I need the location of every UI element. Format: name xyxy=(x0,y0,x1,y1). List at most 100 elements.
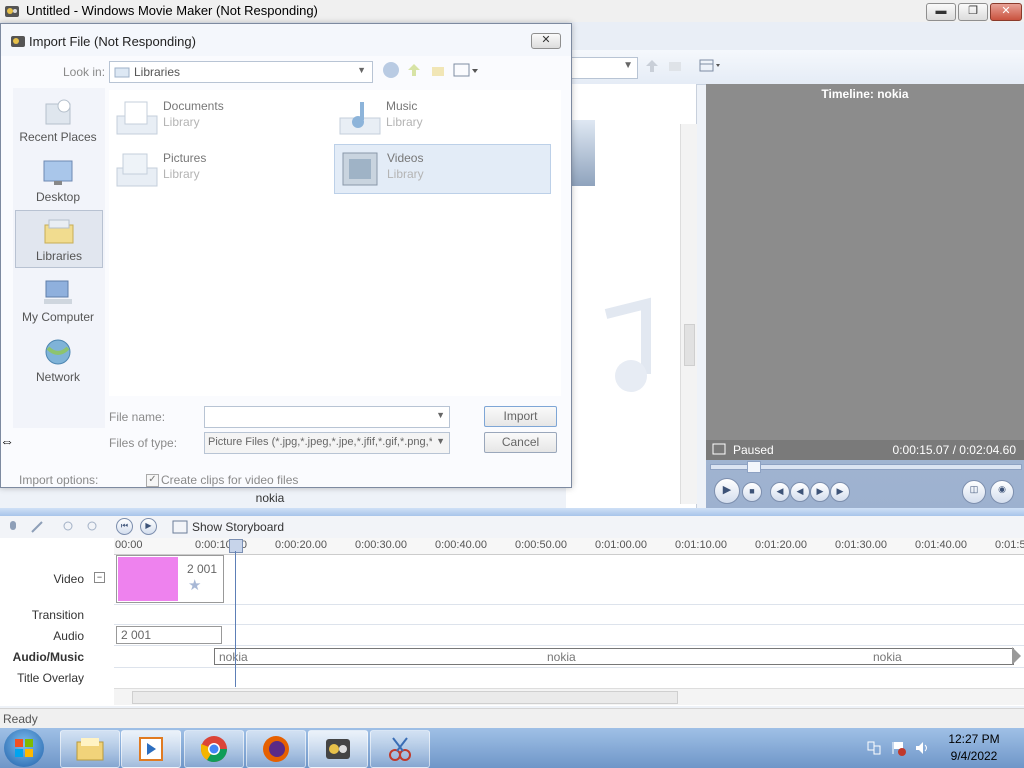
nav-label: My Computer xyxy=(21,310,95,324)
scrollbar-thumb[interactable] xyxy=(684,324,695,366)
cancel-button[interactable]: Cancel xyxy=(484,432,557,453)
files-of-type-select[interactable]: Picture Files (*.jpg,*.jpeg,*.jpe,*.jfif… xyxy=(204,432,450,454)
nav-label: Network xyxy=(35,370,80,384)
taskbar-movie-maker[interactable] xyxy=(308,730,368,768)
views-icon[interactable] xyxy=(699,58,723,74)
look-in-value: Libraries xyxy=(134,65,181,79)
clock-date[interactable]: 9/4/2022 xyxy=(936,749,1012,763)
status-bar: Ready xyxy=(0,708,1024,729)
look-in-combo[interactable]: Libraries ▼ xyxy=(109,61,373,83)
file-name-input[interactable]: ▼ xyxy=(204,406,450,428)
rewind-timeline-button[interactable]: ⏮ xyxy=(116,518,133,535)
timeline-scrollbar-thumb[interactable] xyxy=(132,691,678,704)
video-clip[interactable]: 2 001 ★ xyxy=(116,555,224,603)
library-type: Library xyxy=(163,167,200,181)
nav-desktop[interactable]: Desktop xyxy=(15,156,101,216)
forward-button[interactable]: ▶ xyxy=(810,482,830,502)
ruler-tick-label: 0:00:20.00 xyxy=(275,539,327,551)
library-pictures[interactable]: Pictures Library xyxy=(111,146,326,192)
clock-time[interactable]: 12:27 PM xyxy=(936,732,1012,746)
snipping-tool-icon xyxy=(389,737,411,761)
taskbar-explorer[interactable] xyxy=(60,730,120,768)
library-documents[interactable]: Documents Library xyxy=(111,94,326,140)
playback-time: 0:00:15.07 / 0:02:04.60 xyxy=(892,443,1016,457)
preview-status-bar: Paused 0:00:15.07 / 0:02:04.60 xyxy=(706,440,1024,460)
music-clip-label: nokia xyxy=(219,650,248,664)
taskbar-chrome[interactable] xyxy=(184,730,244,768)
play-timeline-button[interactable]: ▶ xyxy=(140,518,157,535)
split-clip-icon[interactable]: ◫ xyxy=(962,480,986,504)
back-button[interactable]: ◀ xyxy=(790,482,810,502)
storyboard-icon xyxy=(172,520,188,534)
next-frame-button[interactable]: ▶ xyxy=(830,482,850,502)
windows-logo-icon xyxy=(15,739,33,757)
timeline-scrollbar[interactable] xyxy=(114,688,1024,705)
transition-track xyxy=(114,604,1024,625)
up-folder-icon[interactable] xyxy=(406,62,422,78)
explorer-icon xyxy=(76,738,104,761)
playhead-handle[interactable] xyxy=(229,539,243,553)
action-center-flag-icon[interactable] xyxy=(890,740,906,756)
taskbar-media-player[interactable] xyxy=(121,730,181,768)
minimize-button[interactable]: ▬ xyxy=(926,3,956,21)
video-track xyxy=(114,554,1024,605)
music-clip-label: nokia xyxy=(547,650,576,664)
music-clip[interactable]: nokia nokia nokia xyxy=(214,648,1014,665)
track-label-transition: Transition xyxy=(31,608,84,622)
show-storyboard-button[interactable]: Show Storyboard xyxy=(192,520,284,534)
window-title: Untitled - Windows Movie Maker (Not Resp… xyxy=(26,3,318,18)
create-clips-checkbox[interactable]: ✓ xyxy=(146,474,159,487)
timeline-ruler[interactable]: 00:00 0:00:10.00 0:00:20.00 0:00:30.00 0:00:… xyxy=(114,538,1024,555)
nav-my-computer[interactable]: My Computer xyxy=(15,276,101,336)
audio-clip[interactable]: 2 001 xyxy=(116,626,222,644)
taskbar-snipping-tool[interactable] xyxy=(370,730,430,768)
libraries-icon xyxy=(44,219,74,244)
library-type: Library xyxy=(387,167,424,181)
new-folder-icon[interactable] xyxy=(430,62,446,78)
start-button[interactable] xyxy=(4,729,44,767)
ruler-tick-label: 0:00:50.00 xyxy=(515,539,567,551)
nav-libraries[interactable]: Libraries xyxy=(15,210,103,268)
track-label-audio: Audio xyxy=(53,629,84,643)
collapse-video-track-button[interactable]: − xyxy=(94,572,105,583)
import-button[interactable]: Import xyxy=(484,406,557,427)
ruler-tick-label: 0:01:40.00 xyxy=(915,539,967,551)
new-folder-icon[interactable] xyxy=(667,58,683,74)
seek-thumb[interactable] xyxy=(747,461,761,473)
zoom-out-icon[interactable] xyxy=(86,520,100,534)
close-button[interactable]: ✕ xyxy=(990,3,1022,21)
ruler-tick-label: 0:00:30.00 xyxy=(355,539,407,551)
set-audio-levels-icon[interactable] xyxy=(30,520,44,534)
movie-maker-icon xyxy=(5,6,19,17)
maximize-button[interactable]: ❐ xyxy=(958,3,988,21)
stop-button[interactable]: ■ xyxy=(742,482,762,502)
preview-monitor: Timeline: nokia Paused 0:00:15.07 / 0:02… xyxy=(706,84,1024,508)
zoom-in-icon[interactable] xyxy=(62,520,76,534)
nav-label: Recent Places xyxy=(19,130,97,144)
firefox-icon xyxy=(263,736,289,762)
clip-thumbnail[interactable] xyxy=(570,120,595,186)
dialog-title: Import File (Not Responding) xyxy=(29,34,196,49)
playhead-line xyxy=(235,551,236,687)
volume-icon[interactable] xyxy=(914,740,930,756)
library-videos[interactable]: Videos Library xyxy=(334,144,551,194)
network-tray-icon[interactable] xyxy=(866,740,882,756)
library-music[interactable]: Music Library xyxy=(334,94,549,140)
pane-divider[interactable] xyxy=(0,508,1024,516)
media-player-icon xyxy=(139,737,163,761)
import-options-label: Import options: xyxy=(19,473,99,487)
snapshot-camera-icon[interactable]: ◉ xyxy=(990,480,1014,504)
view-menu-icon[interactable] xyxy=(453,62,479,78)
ruler-tick-label: 0:01:30.00 xyxy=(835,539,887,551)
previous-frame-button[interactable]: ◀ xyxy=(770,482,790,502)
seek-bar[interactable] xyxy=(710,461,1022,473)
collection-scrollbar[interactable] xyxy=(680,124,697,504)
nav-recent-places[interactable]: Recent Places xyxy=(15,96,101,156)
taskbar-firefox[interactable] xyxy=(246,730,306,768)
up-folder-icon[interactable] xyxy=(644,58,660,74)
dialog-close-button[interactable]: ✕ xyxy=(531,33,561,49)
microphone-icon[interactable] xyxy=(6,520,20,534)
play-button[interactable]: ▶ xyxy=(714,478,740,504)
nav-network[interactable]: Network xyxy=(15,336,101,396)
back-icon[interactable] xyxy=(383,62,399,78)
